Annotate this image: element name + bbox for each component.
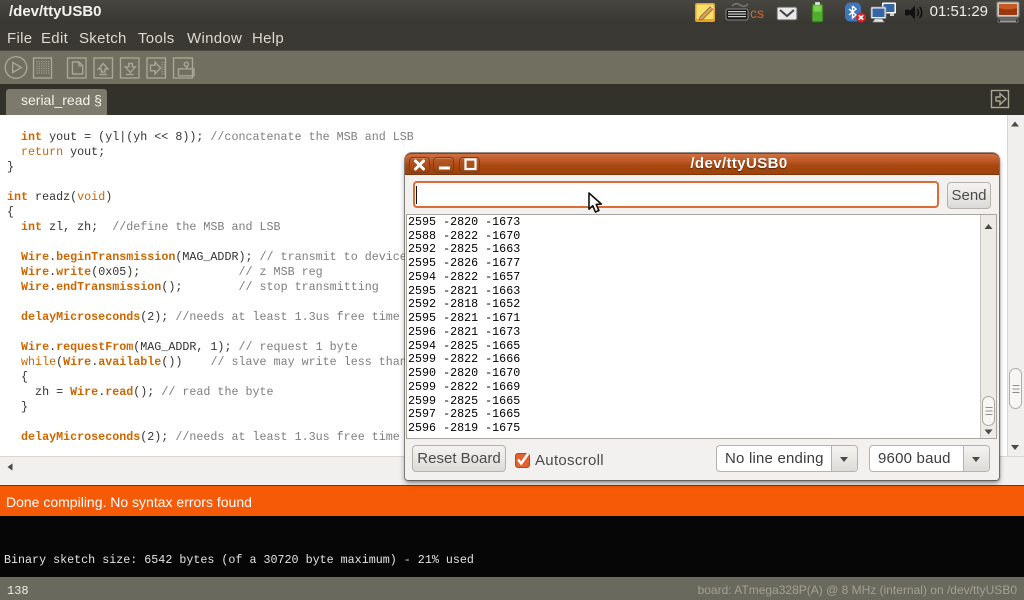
- svg-text:cs: cs: [750, 5, 764, 21]
